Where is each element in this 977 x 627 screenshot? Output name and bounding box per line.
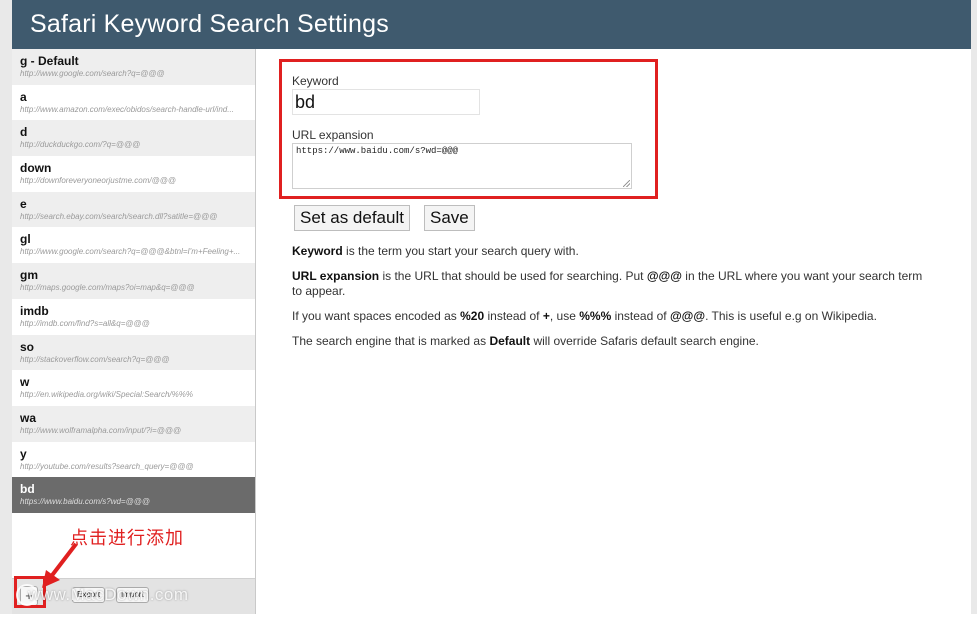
keyword-row[interactable]: imdb http://imdb.com/find?s=all&q=@@@ (12, 298, 255, 335)
keyword-name: y (20, 446, 27, 461)
keyword-name: gm (20, 268, 38, 283)
keyword-row[interactable]: gl http://www.google.com/search?q=@@@&btn… (12, 227, 255, 264)
app-header: Safari Keyword Search Settings (12, 0, 971, 49)
keyword-name: down (20, 161, 52, 176)
help-text: Keyword is the term you start your searc… (292, 244, 932, 360)
help-keyword: Keyword is the term you start your searc… (292, 244, 579, 258)
keyword-row[interactable]: gm http://maps.google.com/maps?oi=map&q=@… (12, 263, 255, 299)
keyword-row[interactable]: a http://www.amazon.com/exec/obidos/searc… (12, 84, 255, 121)
annotation-arrow-icon (42, 542, 78, 588)
keyword-row[interactable]: w http://en.wikipedia.org/wiki/Special:Se… (12, 370, 255, 406)
keyword-label: Keyword (292, 74, 339, 88)
url-expansion-label: URL expansion (292, 128, 374, 142)
keyword-url: https://www.baidu.com/s?wd=@@@ (20, 497, 150, 507)
page-title: Safari Keyword Search Settings (30, 10, 389, 38)
watermark: www.MacDown.com (28, 585, 189, 604)
keyword-name: g - Default (20, 54, 79, 68)
keyword-row[interactable]: d http://duckduckgo.com/?q=@@@ (12, 120, 255, 157)
help-default: The search engine that is marked as Defa… (292, 334, 759, 348)
url-expansion-field[interactable]: https://www.baidu.com/s?wd=@@@ (292, 143, 632, 189)
help-url-expansion: URL expansion is the URL that should be … (292, 269, 923, 298)
keyword-name: d (20, 125, 28, 140)
keyword-url: http://www.google.com/search?q=@@@ (20, 69, 165, 78)
keyword-name: e (20, 196, 27, 211)
keyword-url: http://youtube.com/results?search_query=… (20, 461, 194, 471)
keyword-url: http://www.wolframalpha.com/input/?i=@@@ (20, 425, 182, 435)
keyword-url: http://www.google.com/search?q=@@@&btnl=… (20, 247, 241, 257)
save-button[interactable]: Save (424, 205, 475, 231)
keyword-row[interactable]: down http://downforeveryoneorjustme.com/@… (12, 156, 255, 192)
keyword-name: a (20, 89, 27, 104)
set-as-default-button[interactable]: Set as default (294, 205, 410, 231)
keyword-row[interactable]: e http://search.ebay.com/search/search.dl… (12, 191, 255, 228)
keyword-url: http://maps.google.com/maps?oi=map&q=@@@ (20, 283, 195, 293)
keyword-name: so (20, 339, 35, 354)
keyword-name: wa (20, 410, 37, 425)
window-right-margin (971, 0, 977, 614)
keyword-list: g - Default http://www.google.com/search?… (12, 49, 255, 513)
keyword-url: http://downforeveryoneorjustme.com/@@@ (20, 176, 176, 186)
keyword-row[interactable]: g - Default http://www.google.com/search?… (12, 49, 255, 85)
keyword-row[interactable]: wa http://www.wolframalpha.com/input/?i=@… (12, 405, 255, 442)
window-left-margin (0, 0, 12, 614)
resize-grip-icon[interactable] (623, 180, 630, 187)
keyword-url: http://imdb.com/find?s=all&q=@@@ (20, 318, 150, 328)
keyword-name: imdb (20, 303, 49, 318)
keyword-url: http://en.wikipedia.org/wiki/Special:Sea… (20, 390, 193, 400)
keyword-name: gl (20, 232, 31, 247)
help-encoding: If you want spaces encoded as %20 instea… (292, 309, 877, 323)
keyword-url: http://search.ebay.com/search/search.dll… (20, 211, 218, 221)
keyword-url: http://duckduckgo.com/?q=@@@ (20, 140, 141, 150)
keyword-row[interactable]: y http://youtube.com/results?search_query… (12, 441, 255, 478)
keyword-name: bd (20, 482, 35, 497)
keyword-editor: Keyword URL expansion https://www.baidu.… (256, 49, 971, 614)
keyword-url: http://www.amazon.com/exec/obidos/search… (20, 104, 234, 114)
keyword-row[interactable]: so http://stackoverflow.com/search?q=@@@ (12, 334, 255, 371)
keyword-name: w (20, 375, 30, 390)
keyword-url: http://stackoverflow.com/search?q=@@@ (20, 354, 170, 364)
keyword-field[interactable] (292, 89, 480, 115)
keyword-row[interactable]: bd https://www.baidu.com/s?wd=@@@ (12, 477, 255, 513)
